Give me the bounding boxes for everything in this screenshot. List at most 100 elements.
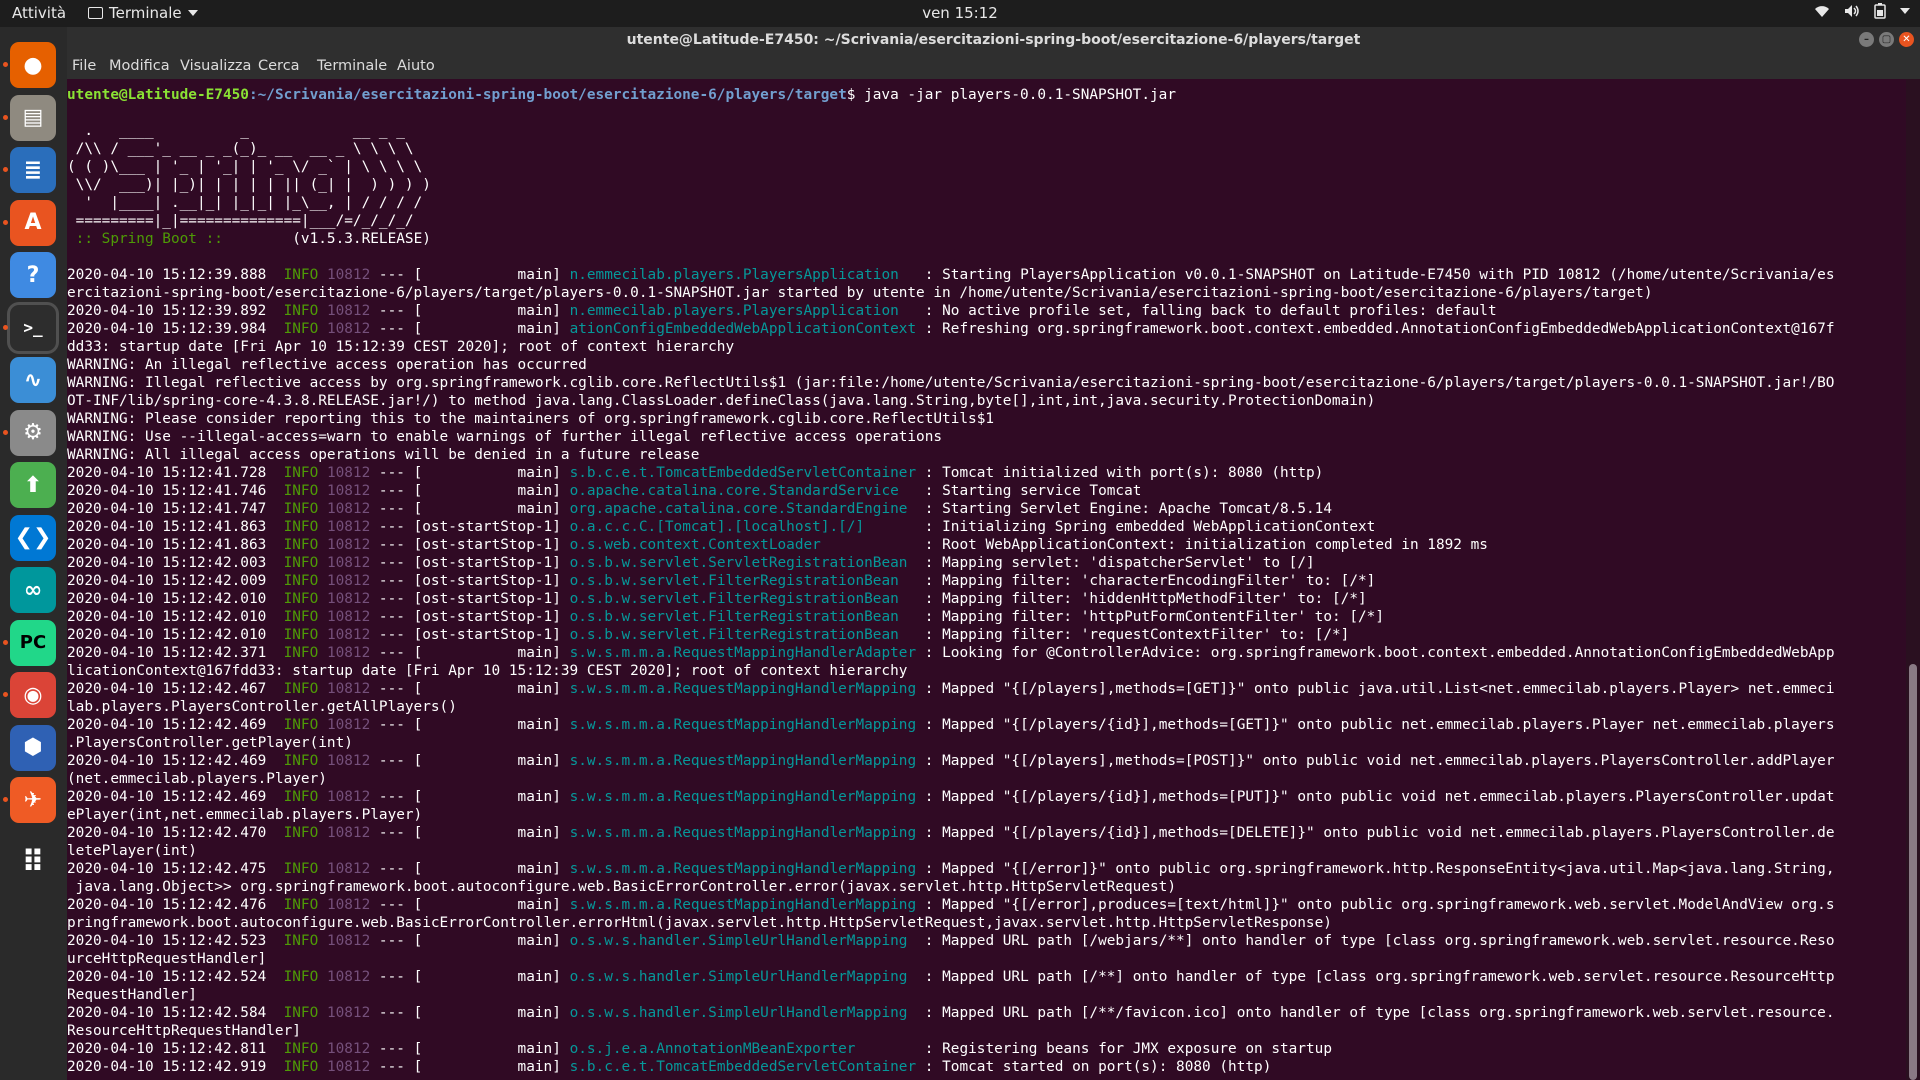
- menu-cerca[interactable]: Cerca: [258, 58, 300, 74]
- log-continuation-line: OT-INF/lib/spring-core-4.3.8.RELEASE.jar…: [67, 392, 1903, 410]
- log-message: : Mapping filter: 'requestContextFilter'…: [924, 627, 1350, 643]
- log-timestamp: 2020-04-10 15:12:42.524: [67, 969, 267, 985]
- virtualbox-icon[interactable]: ⬢: [10, 724, 56, 771]
- log-thread: [ main]: [413, 753, 561, 769]
- log-thread: [ost-startStop-1]: [413, 591, 561, 607]
- log-timestamp: 2020-04-10 15:12:42.919: [67, 1059, 267, 1075]
- app-menu[interactable]: Terminale: [88, 4, 198, 22]
- banner-text: /\\ / ___'_ __ _ _(_)_ __ __ _ \ \ \ \: [67, 141, 414, 157]
- log-message: : Initializing Spring embedded WebApplic…: [924, 519, 1376, 535]
- log-message: : No active profile set, falling back to…: [924, 303, 1497, 319]
- log-logger: s.w.s.m.m.a.RequestMappingHandlerMapping: [569, 789, 925, 805]
- log-level: INFO: [283, 501, 319, 517]
- log-message: : Mapped "{[/error]}" onto public org.sp…: [924, 861, 1835, 877]
- close-button[interactable]: ✕: [1899, 32, 1914, 47]
- log-message: : Mapped "{[/players],methods=[POST]}" o…: [924, 753, 1835, 769]
- log-level: INFO: [283, 969, 319, 985]
- terminal-app-icon: [88, 7, 103, 19]
- log-thread: [ main]: [413, 789, 561, 805]
- menu-bar: File Modifica Visualizza Cerca Terminale Aiut…: [67, 54, 1920, 79]
- log-continuation-line: dd33: startup date [Fri Apr 10 15:12:39 …: [67, 338, 1903, 356]
- log-message: : Mapped "{[/players],methods=[GET]}" on…: [924, 681, 1835, 697]
- vscode-icon[interactable]: ❮❯: [10, 514, 56, 561]
- files-icon[interactable]: ▤: [10, 94, 56, 141]
- menu-file[interactable]: File: [72, 58, 96, 74]
- log-continuation-line: ResourceHttpRequestHandler]: [67, 1022, 1903, 1040]
- log-message: : Mapped URL path [/webjars/**] onto han…: [924, 933, 1835, 949]
- log-thread: [ main]: [413, 465, 561, 481]
- log-message: ResourceHttpRequestHandler]: [67, 1023, 301, 1039]
- log-message: : Mapped "{[/players/{id}],methods=[PUT]…: [924, 789, 1835, 805]
- help-icon[interactable]: ?: [10, 252, 56, 298]
- arduino-icon[interactable]: ∞: [10, 567, 56, 613]
- terminal-icon[interactable]: >_: [10, 304, 56, 351]
- log-message: pringframework.boot.autoconfigure.web.Ba…: [67, 915, 1332, 931]
- log-continuation-line: ePlayer(int,net.emmecilab.players.Player…: [67, 806, 1903, 824]
- log-pid: 10812: [326, 645, 371, 661]
- writer-icon[interactable]: ≣: [10, 147, 56, 193]
- log-pid: 10812: [326, 501, 371, 517]
- chevron-down-icon: [187, 10, 198, 16]
- log-level: INFO: [283, 1005, 319, 1021]
- log-message: : Mapping filter: 'characterEncodingFilt…: [924, 573, 1376, 589]
- log-logger: s.w.s.m.m.a.RequestMappingHandlerAdapter: [569, 645, 925, 661]
- banner-text: . ____ _ __ _ _: [67, 123, 405, 139]
- log-line: 2020-04-10 15:12:42.467 INFO 10812 --- […: [67, 681, 1835, 697]
- pycharm-icon[interactable]: PC: [10, 619, 56, 666]
- log-thread: [ost-startStop-1]: [413, 609, 561, 625]
- activities-button[interactable]: Attività: [12, 4, 66, 22]
- log-message: : Mapped "{[/players/{id}],methods=[DELE…: [924, 825, 1835, 841]
- clock[interactable]: ven 15:12: [922, 4, 998, 22]
- log-pid: 10812: [326, 627, 371, 643]
- title-bar[interactable]: utente@Latitude-E7450: ~/Scrivania/eserc…: [67, 27, 1920, 54]
- log-message: (net.emmecilab.players.Player): [67, 771, 327, 787]
- chrome-icon[interactable]: ◉: [10, 672, 56, 718]
- log-timestamp: 2020-04-10 15:12:42.371: [67, 645, 267, 661]
- system-tray[interactable]: [1814, 3, 1910, 19]
- log-logger: o.s.b.w.servlet.FilterRegistrationBean: [569, 609, 925, 625]
- log-message: : Refreshing org.springframework.boot.co…: [924, 321, 1835, 337]
- maximize-button[interactable]: ▢: [1879, 32, 1894, 47]
- log-timestamp: 2020-04-10 15:12:42.475: [67, 861, 267, 877]
- minimize-button[interactable]: –: [1859, 32, 1874, 47]
- running-indicator: [3, 797, 8, 802]
- monitor-icon[interactable]: ∿: [10, 357, 56, 403]
- menu-modifica[interactable]: Modifica: [109, 58, 170, 74]
- package-icon[interactable]: ⬆: [10, 462, 56, 508]
- window-title: utente@Latitude-E7450: ~/Scrivania/eserc…: [626, 32, 1361, 48]
- menu-terminale[interactable]: Terminale: [317, 58, 387, 74]
- log-message: lab.players.PlayersController.getAllPlay…: [67, 699, 457, 715]
- banner-text: ' |____| .__|_| |_|_| |_\__, | / / / /: [67, 195, 423, 211]
- menu-visualizza[interactable]: Visualizza: [180, 58, 251, 74]
- log-message: java.lang.Object>> org.springframework.b…: [67, 879, 1176, 895]
- log-logger: n.emmecilab.players.PlayersApplication: [569, 267, 925, 283]
- banner-line: ( ( )\___ | '_ | '_| | '_ \/ _` | \ \ \ …: [67, 158, 1903, 176]
- log-level: INFO: [283, 555, 319, 571]
- settings-icon[interactable]: ⚙: [10, 409, 56, 456]
- log-message: : Starting service Tomcat: [924, 483, 1142, 499]
- log-logger: o.s.b.w.servlet.FilterRegistrationBean: [569, 573, 925, 589]
- scrollbar-thumb[interactable]: [1909, 664, 1917, 1080]
- menu-aiuto[interactable]: Aiuto: [397, 58, 435, 74]
- log-message: WARNING: All illegal access operations w…: [67, 447, 700, 463]
- running-indicator: [3, 692, 8, 697]
- firefox-icon[interactable]: ●: [10, 42, 56, 88]
- log-thread: [ main]: [413, 861, 561, 877]
- log-timestamp: 2020-04-10 15:12:42.811: [67, 1041, 267, 1057]
- log-pid: 10812: [326, 483, 371, 499]
- log-timestamp: 2020-04-10 15:12:41.863: [67, 519, 267, 535]
- log-line: 2020-04-10 15:12:42.523 INFO 10812 --- […: [67, 933, 1835, 949]
- software-icon[interactable]: A: [10, 199, 56, 246]
- terminal-output[interactable]: utente@Latitude-E7450:~/Scrivania/eserci…: [67, 79, 1920, 1080]
- postman-icon[interactable]: ✈: [10, 777, 56, 823]
- battery-icon: [1874, 3, 1886, 19]
- log-line: 2020-04-10 15:12:41.747 INFO 10812 --- […: [67, 501, 1332, 517]
- log-line: 2020-04-10 15:12:41.746 INFO 10812 --- […: [67, 483, 1142, 499]
- banner-line: . ____ _ __ _ _: [67, 122, 1903, 140]
- log-timestamp: 2020-04-10 15:12:42.469: [67, 789, 267, 805]
- log-continuation-line: WARNING: Use --illegal-access=warn to en…: [67, 428, 1903, 446]
- log-continuation-line: pringframework.boot.autoconfigure.web.Ba…: [67, 914, 1903, 932]
- scrollbar[interactable]: [1906, 79, 1920, 1080]
- app-grid-icon[interactable]: ⠿: [10, 839, 56, 886]
